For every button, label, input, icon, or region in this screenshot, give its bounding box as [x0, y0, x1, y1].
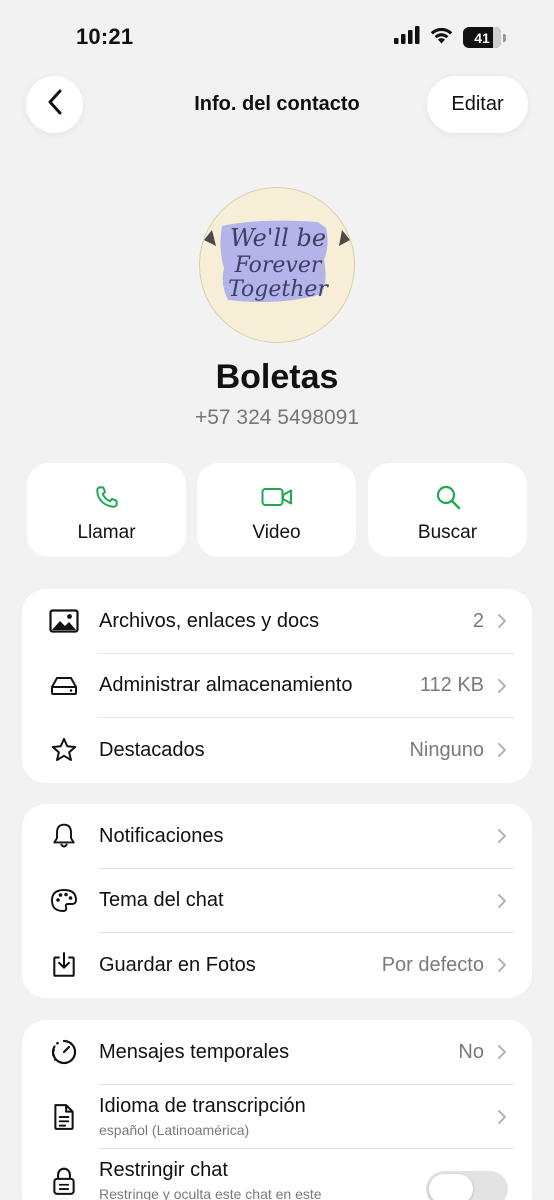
- chevron-right-icon: [497, 957, 507, 978]
- avatar-text-line1: We'll be: [230, 224, 326, 252]
- contact-phone: +57 324 5498091: [194, 406, 360, 429]
- privacy-card: Mensajes temporales No Idioma de transcr…: [22, 1020, 532, 1200]
- wifi-icon: [429, 26, 454, 49]
- starred-label: Destacados: [99, 738, 205, 761]
- bell-icon: [48, 820, 80, 852]
- save-to-photos-row[interactable]: Guardar en Fotos Por defecto: [22, 933, 532, 998]
- edit-button[interactable]: Editar: [427, 76, 528, 133]
- settings-card: Notificaciones Tema del chat Guardar en …: [22, 804, 532, 998]
- status-bar: 10:21 41: [0, 0, 554, 72]
- status-time: 10:21: [76, 24, 134, 49]
- chevron-right-icon: [497, 828, 507, 849]
- video-call-button-label: Video: [252, 522, 301, 543]
- chevron-right-icon: [497, 893, 507, 914]
- notifications-label: Notificaciones: [99, 824, 224, 847]
- manage-storage-row[interactable]: Administrar almacenamiento 112 KB: [22, 654, 532, 718]
- chat-theme-row[interactable]: Tema del chat: [22, 869, 532, 933]
- disappearing-messages-value: No: [458, 1040, 484, 1063]
- cellular-signal-icon: [394, 26, 420, 49]
- battery-icon: 41: [463, 27, 501, 48]
- lock-icon: [48, 1165, 80, 1197]
- search-icon: [435, 483, 461, 511]
- video-icon: [261, 483, 293, 511]
- restrict-chat-label: Restringir chat: [99, 1159, 228, 1181]
- chevron-right-icon: [497, 742, 507, 763]
- star-icon: [48, 734, 80, 766]
- palette-icon: [48, 885, 80, 917]
- chevron-right-icon: [497, 678, 507, 699]
- notifications-row[interactable]: Notificaciones: [22, 804, 532, 869]
- chevron-right-icon: [497, 1109, 507, 1130]
- phone-icon: [94, 483, 120, 511]
- starred-value: Ninguno: [409, 738, 484, 761]
- save-to-photos-label: Guardar en Fotos: [99, 953, 256, 976]
- files-links-docs-label: Archivos, enlaces y docs: [99, 609, 320, 632]
- transcription-language-value: español (Latinoamérica): [99, 1121, 250, 1138]
- storage-icon: [48, 670, 80, 702]
- transcription-language-label: Idioma de transcripción: [99, 1094, 306, 1117]
- chevron-right-icon: [497, 613, 507, 634]
- contact-avatar[interactable]: We'll be Forever Together: [199, 187, 355, 343]
- search-button-label: Buscar: [417, 522, 478, 543]
- timer-icon: [48, 1036, 80, 1068]
- battery-level: 41: [474, 29, 490, 46]
- manage-storage-label: Administrar almacenamiento: [99, 674, 353, 697]
- starred-row[interactable]: Destacados Ninguno: [22, 718, 532, 783]
- chat-theme-label: Tema del chat: [99, 889, 224, 912]
- transcription-language-row[interactable]: Idioma de transcripción español (Latinoa…: [22, 1085, 532, 1149]
- image-icon: [48, 605, 80, 637]
- call-button[interactable]: Llamar: [27, 463, 186, 557]
- avatar-text-line3: Together: [228, 277, 329, 302]
- document-icon: [48, 1101, 80, 1133]
- save-to-photos-value: Por defecto: [381, 953, 484, 976]
- manage-storage-size: 112 KB: [419, 674, 484, 697]
- toggle-knob: [429, 1174, 473, 1200]
- call-button-label: Llamar: [77, 522, 136, 543]
- media-card: Archivos, enlaces y docs 2 Administrar a…: [22, 589, 532, 783]
- status-icons: 41: [394, 26, 506, 49]
- video-call-button[interactable]: Video: [197, 463, 356, 557]
- restrict-chat-row: Restringir chat Restringe y oculta este …: [22, 1149, 532, 1200]
- avatar-text-line2: Forever: [234, 253, 323, 278]
- files-links-docs-row[interactable]: Archivos, enlaces y docs 2: [22, 589, 532, 654]
- chevron-right-icon: [497, 1044, 507, 1065]
- contact-info-screen: 10:21 41 Info. del contacto Editar We'll…: [0, 0, 554, 1200]
- disappearing-messages-row[interactable]: Mensajes temporales No: [22, 1020, 532, 1085]
- contact-name: Boletas: [215, 358, 339, 396]
- search-button[interactable]: Buscar: [368, 463, 527, 557]
- save-to-photos-icon: [48, 949, 80, 981]
- files-links-docs-count: 2: [472, 609, 484, 632]
- restrict-chat-description: Restringe y oculta este chat en este: [99, 1186, 322, 1200]
- battery-indicator: 41: [463, 27, 506, 48]
- disappearing-messages-label: Mensajes temporales: [99, 1040, 290, 1063]
- restrict-chat-toggle[interactable]: [426, 1171, 508, 1200]
